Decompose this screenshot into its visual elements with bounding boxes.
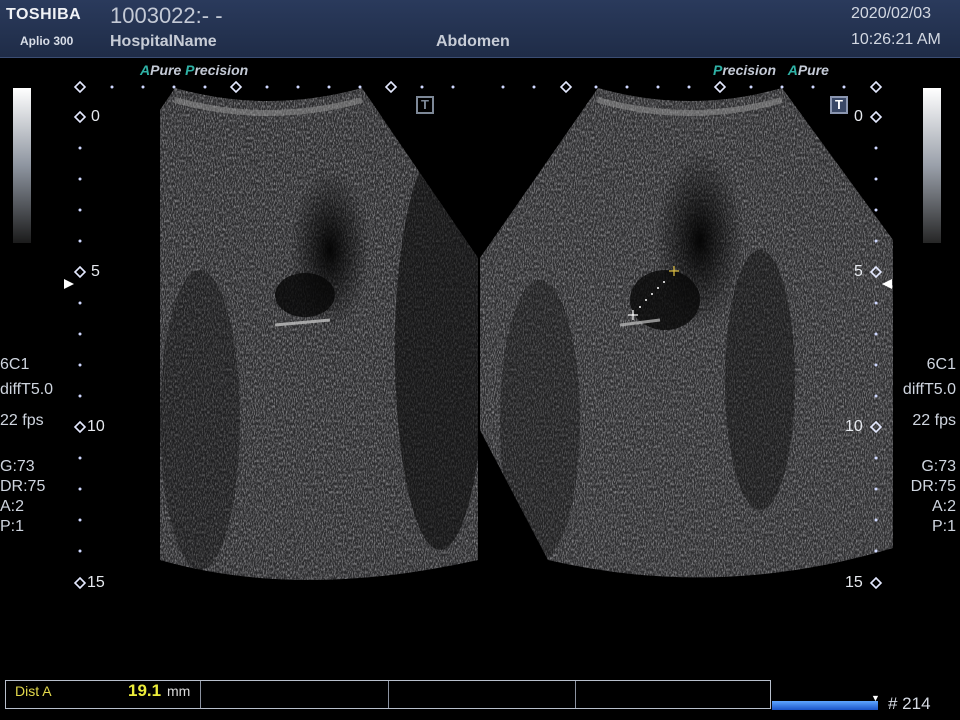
scale-diamonds (73, 80, 883, 94)
left-focus-marker-icon[interactable] (64, 279, 74, 289)
cine-progress-bar[interactable] (772, 701, 878, 710)
cine-frame-number: # 214 (888, 694, 931, 713)
ultrasound-view (64, 80, 893, 590)
left-gain: G:73 (0, 458, 35, 475)
left-depth-10: 10 (87, 418, 105, 435)
left-feature-label: APure Precision (140, 62, 249, 78)
left-ultrasound-image (160, 88, 478, 580)
measurement-unit: mm (167, 683, 191, 699)
right-depth-10: 10 (845, 418, 863, 435)
measurement-cell-empty (201, 681, 389, 708)
right-depth-0: 0 (854, 108, 863, 125)
left-depth-scale (73, 110, 87, 590)
measurement-cell-empty (576, 681, 770, 708)
left-p-setting: P:1 (0, 518, 25, 535)
left-probe: 6C1 (0, 356, 30, 373)
left-depth-15: 15 (87, 574, 105, 591)
right-ultrasound-image (480, 88, 893, 578)
cine-position-marker-icon[interactable]: ▼ (871, 693, 880, 703)
measurement-results-bar: Dist A 19.1 mm (5, 680, 771, 709)
right-gain: G:73 (921, 458, 956, 475)
top-scale-left (110, 85, 455, 89)
measurement-cell-empty (389, 681, 576, 708)
measurement-cell-dist-a[interactable]: Dist A 19.1 mm (6, 681, 202, 708)
left-a-setting: A:2 (0, 498, 25, 515)
left-mode: diffT5.0 (0, 381, 54, 398)
right-dynamic-range: DR:75 (910, 478, 956, 495)
right-p-setting: P:1 (931, 518, 956, 535)
left-depth-5: 5 (91, 263, 100, 280)
right-feature-label: Precision APure (713, 62, 829, 78)
right-orientation-marker[interactable]: T (830, 96, 848, 114)
measurement-value: 19.1 (128, 681, 162, 700)
right-a-setting: A:2 (931, 498, 956, 515)
measurement-label: Dist A (15, 683, 52, 699)
top-scale-right (501, 85, 846, 89)
right-grayscale-bar (923, 88, 941, 243)
left-orientation-marker[interactable]: T (416, 96, 434, 114)
left-dynamic-range: DR:75 (0, 478, 46, 495)
right-depth-15: 15 (845, 574, 863, 591)
right-fps: 22 fps (912, 412, 956, 429)
left-grayscale-bar (13, 88, 31, 243)
right-depth-5: 5 (854, 263, 863, 280)
right-mode: diffT5.0 (902, 381, 956, 398)
left-fps: 22 fps (0, 412, 44, 429)
left-depth-0: 0 (91, 108, 100, 125)
right-probe: 6C1 (926, 356, 956, 373)
